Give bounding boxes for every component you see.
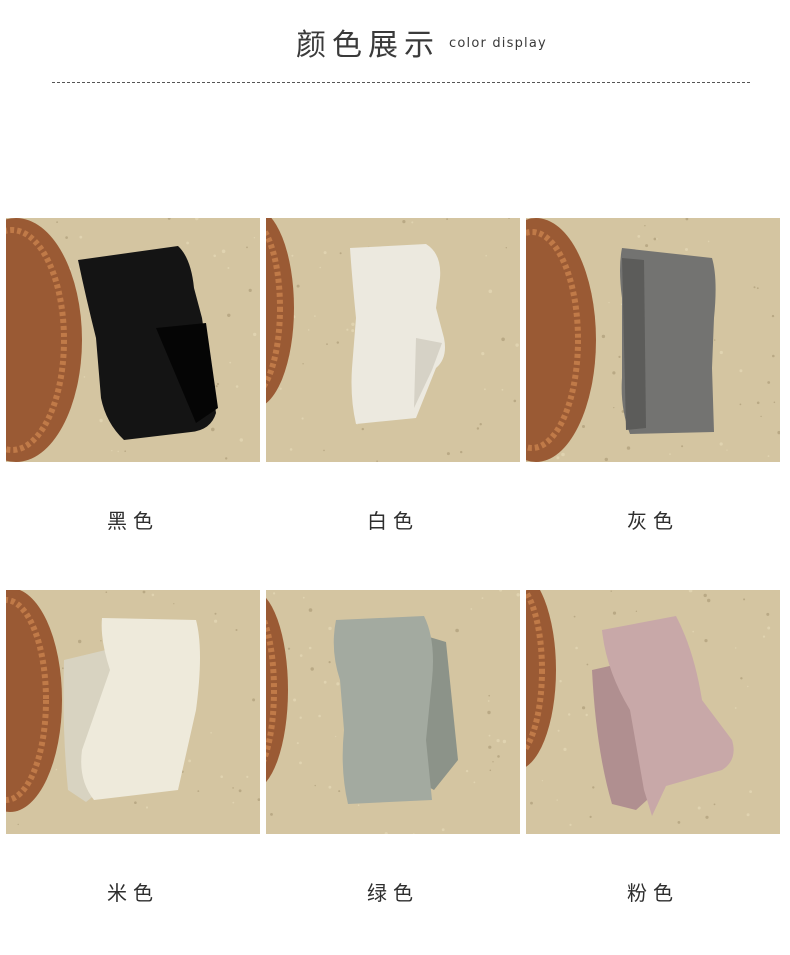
color-swatch-gray[interactable]: [526, 218, 780, 462]
color-label-gray: 灰色: [627, 509, 679, 533]
dashed-divider: [52, 82, 750, 83]
color-label-beige: 米色: [107, 881, 159, 905]
color-label-white: 白色: [367, 509, 419, 533]
page-header: 颜色展示 color display: [0, 18, 790, 63]
color-label-pink: 粉色: [627, 881, 679, 905]
color-swatch-pink[interactable]: [526, 590, 780, 834]
color-label-green: 绿色: [367, 881, 419, 905]
color-swatch-beige[interactable]: [6, 590, 260, 834]
color-swatch-white[interactable]: [266, 218, 520, 462]
sock-photo-pink: [526, 590, 780, 834]
color-swatch-green[interactable]: [266, 590, 520, 834]
sock-photo-gray: [526, 218, 780, 462]
sock-photo-beige: [6, 590, 260, 834]
color-swatch-black[interactable]: [6, 218, 260, 462]
color-label-black: 黑色: [107, 509, 159, 533]
sock-photo-green: [266, 590, 520, 834]
sock-photo-white: [266, 218, 520, 462]
page-subtitle: color display: [449, 36, 547, 51]
page-title: 颜色展示: [296, 28, 440, 63]
sock-photo-black: [6, 218, 260, 462]
